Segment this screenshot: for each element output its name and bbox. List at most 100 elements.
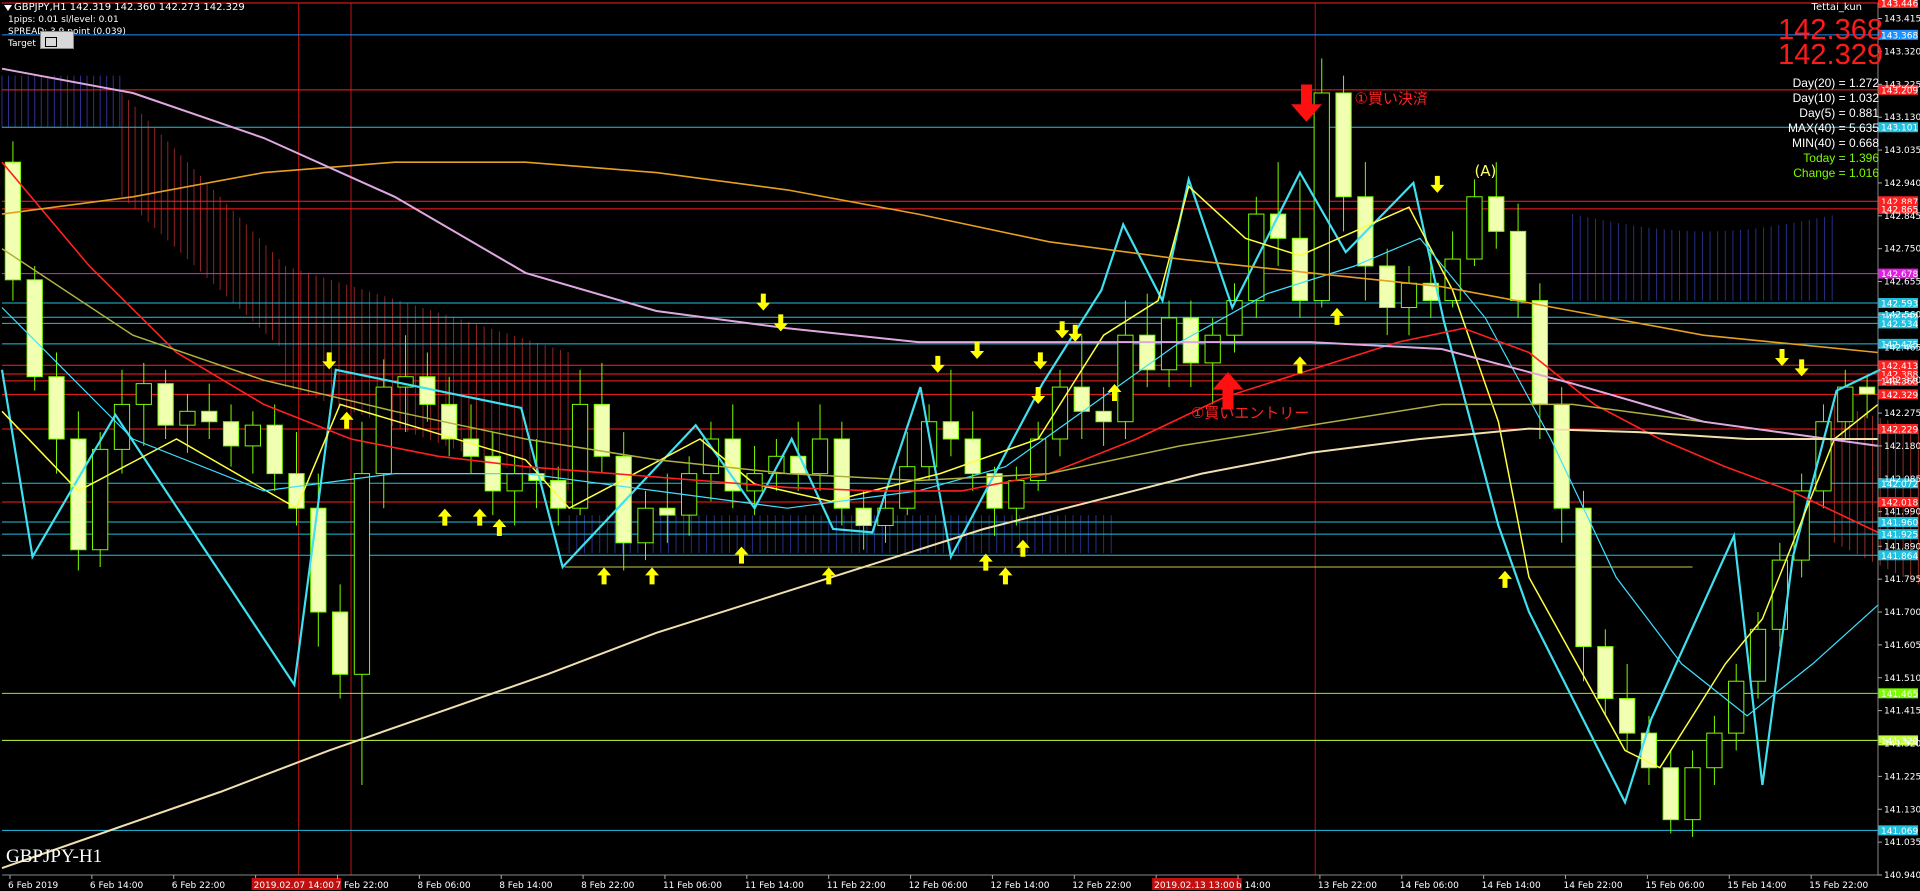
sell-signal-arrow (322, 352, 337, 370)
indicator-line (1, 161, 1879, 534)
candle-body (1662, 767, 1679, 821)
y-tick-label: 141.225 (1884, 772, 1920, 782)
chart-annotation: ①買いエントリー (1191, 404, 1309, 422)
x-tick-label: 6 Feb 2019 (8, 881, 59, 891)
candle-body (1008, 480, 1025, 509)
candle-body (1531, 300, 1549, 405)
stat-line: Day(5) = 0.881 (1799, 106, 1879, 120)
price-level-label: 141.465 (1881, 690, 1918, 700)
sell-signal-arrow (1430, 175, 1445, 193)
y-tick-label: 141.890 (1884, 542, 1920, 552)
price-level-label: 142.593 (1881, 300, 1918, 310)
candle-body (1619, 698, 1636, 734)
y-tick-label: 143.130 (1884, 113, 1920, 123)
y-tick-label: 143.320 (1884, 47, 1920, 57)
y-tick-label: 142.180 (1884, 442, 1920, 452)
stat-line: Day(20) = 1.272 (1792, 76, 1879, 90)
price-level-label: 141.069 (1881, 827, 1918, 837)
chart-window[interactable]: { "header": { "symbol_line": "GBPJPY,H1 … (0, 0, 1920, 891)
symbol-timeframe-label: GBPJPY-H1 (6, 846, 103, 867)
candle-body (331, 611, 349, 675)
pips-info: 1pips: 0.01 sl/level: 0.01 (8, 15, 119, 25)
sell-signal-arrow (1033, 352, 1048, 370)
x-tick-label: 12 Feb 14:00 (990, 881, 1049, 891)
candle-body (1553, 403, 1570, 509)
candle-body (1509, 230, 1527, 302)
candle-body (244, 424, 261, 447)
candle-body (1335, 92, 1352, 198)
candle-body (811, 438, 829, 475)
stat-line: Change = 1.016 (1793, 166, 1879, 180)
y-tick-label: 141.700 (1884, 608, 1920, 618)
candle-body (1466, 196, 1483, 260)
y-tick-label: 142.750 (1884, 245, 1920, 255)
x-tick-label: 11 Feb 14:00 (745, 881, 804, 891)
candle-body (201, 410, 218, 423)
y-tick-label: 142.085 (1884, 475, 1920, 485)
x-tick-label: 15 Feb 14:00 (1727, 881, 1786, 891)
mini-window-widget[interactable] (40, 31, 74, 49)
candle-body (310, 507, 327, 613)
price-level-label: 142.329 (1881, 391, 1918, 401)
x-tick-label: 6 Feb 14:00 (90, 881, 144, 891)
candle-body (1749, 628, 1767, 682)
candle-body (1597, 646, 1614, 700)
target-info: Target (8, 39, 36, 49)
candle-body (986, 473, 1003, 509)
price-level-label: 142.534 (1881, 320, 1918, 330)
price-chart[interactable]: 143.446143.368143.209143.101142.887142.8… (0, 0, 1920, 891)
candle-body (1117, 334, 1134, 423)
indicator-line (0, 170, 1881, 806)
candle-body (4, 161, 22, 281)
y-tick-label: 143.415 (1884, 15, 1920, 25)
y-tick-label: 141.320 (1884, 740, 1920, 750)
stat-line: Today = 1.396 (1803, 151, 1879, 165)
price-level-label: 143.101 (1881, 124, 1918, 134)
y-tick-label: 142.845 (1884, 212, 1920, 222)
x-tick-label: 8 Feb 14:00 (499, 881, 553, 891)
candle-body (964, 438, 981, 475)
candle-body (266, 424, 283, 475)
candle-body (1313, 92, 1330, 302)
author-label: Tettai_kun (1811, 2, 1862, 13)
indicator-line (1, 67, 1879, 447)
chart-menu-icon[interactable] (4, 5, 12, 11)
candle-body (179, 410, 196, 426)
candle-body (1291, 237, 1309, 302)
candle-body (1858, 386, 1876, 395)
candle-body (222, 421, 240, 447)
x-tick-label: 11 Feb 06:00 (663, 881, 722, 891)
candle-body (1488, 196, 1505, 232)
y-tick-label: 141.795 (1884, 575, 1920, 585)
buy-signal-arrow (597, 567, 612, 585)
y-tick-label: 141.605 (1884, 641, 1920, 651)
stat-line: MAX(40) = 5.635 (1787, 121, 1879, 135)
x-tick-label: 15 Feb 22:00 (1809, 881, 1868, 891)
x-tick-label: 15 Feb 06:00 (1645, 881, 1704, 891)
axes-layer: 143.415 143.320 143.225 143.130 143.035 142.9… (2, 3, 1920, 891)
candle-body (26, 279, 43, 378)
candle-body (353, 473, 371, 675)
x-tick-label: 11 Feb 22:00 (827, 881, 886, 891)
price-level-label: 141.864 (1881, 552, 1918, 562)
price-level-label: 143.446 (1881, 0, 1918, 10)
sell-signal-arrow (756, 293, 771, 311)
buy-signal-arrow (998, 567, 1013, 585)
candle-body (157, 383, 174, 426)
restore-icon[interactable] (45, 37, 57, 47)
x-tick-label: 8 Feb 06:00 (417, 881, 471, 891)
x-tick-label: 13 Feb 22:00 (1318, 881, 1377, 891)
buy-signal-arrow (472, 508, 487, 526)
candle-body (1837, 386, 1854, 423)
candle-body (855, 507, 872, 527)
indicator-line (1, 237, 1879, 717)
x-tick-label: 6 Feb 22:00 (172, 881, 226, 891)
candle-body (746, 473, 763, 492)
candle-body (550, 480, 567, 509)
price-level-label: 141.925 (1881, 531, 1918, 541)
candle-body (1706, 732, 1723, 769)
x-tick-label: 12 Feb 22:00 (1072, 881, 1131, 891)
candle-body (659, 507, 676, 516)
price-level-label: 141.960 (1881, 519, 1918, 529)
buy-signal-arrow (1015, 539, 1030, 557)
